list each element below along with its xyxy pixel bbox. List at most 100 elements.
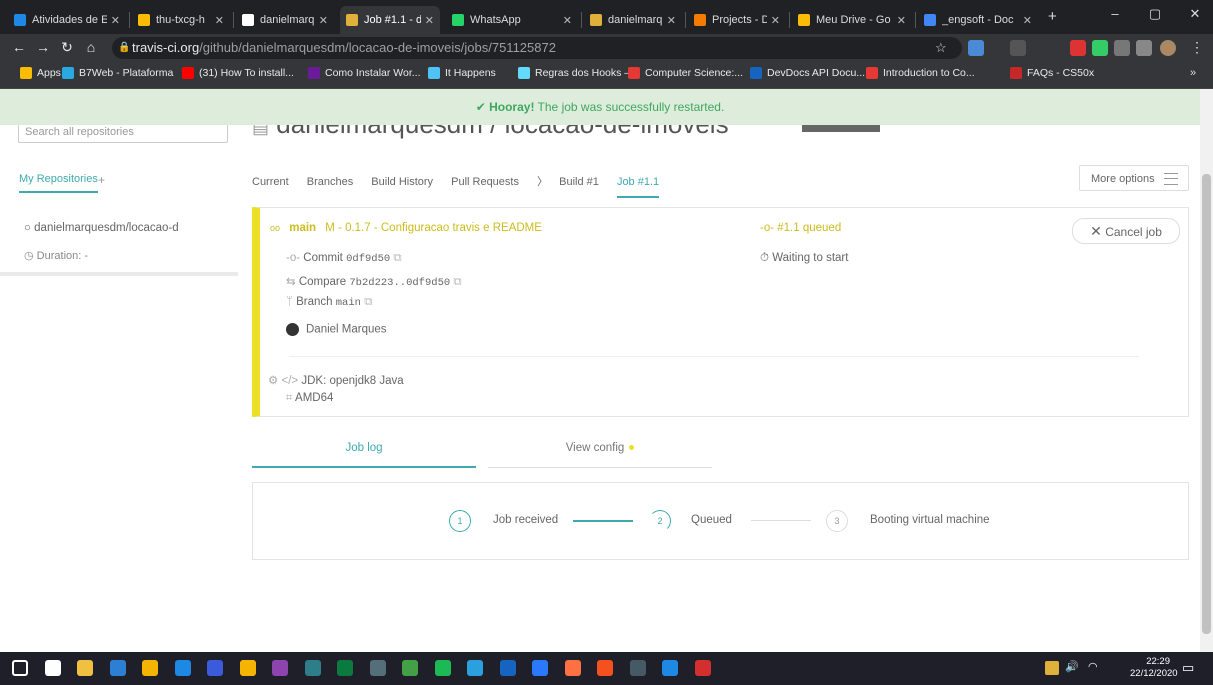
profile-avatar[interactable]	[1160, 40, 1176, 56]
notification-icon[interactable]: ▭	[1182, 660, 1194, 676]
tab-close-icon[interactable]: ✕	[897, 14, 906, 27]
more-options-button[interactable]: More options	[1079, 165, 1189, 191]
bookmark-item[interactable]: Regras dos Hooks –...	[518, 67, 639, 79]
bookmark-item[interactable]: FAQs - CS50x	[1010, 67, 1094, 79]
tab-close-icon[interactable]: ✕	[111, 14, 120, 27]
bookmark-item[interactable]: It Happens	[428, 67, 496, 79]
taskbar-app-icon[interactable]	[369, 660, 386, 676]
forward-icon[interactable]: →	[34, 39, 52, 55]
taskbar-app-icon[interactable]	[434, 660, 451, 676]
tab-branches[interactable]: Branches	[307, 176, 353, 188]
extension-icon[interactable]	[1092, 40, 1108, 56]
scroll-thumb[interactable]	[1202, 174, 1211, 634]
taskbar-app-icon[interactable]	[174, 660, 191, 676]
tab-view-config[interactable]: View config	[488, 442, 712, 468]
bookmarks-more[interactable]: »	[1190, 67, 1196, 79]
add-repository-button[interactable]: +	[98, 173, 105, 187]
external-link-icon[interactable]: ⧉	[393, 252, 401, 264]
tray-icon[interactable]	[1045, 661, 1059, 675]
tab-close-icon[interactable]: ✕	[319, 14, 328, 27]
taskbar-app-icon[interactable]	[402, 660, 418, 676]
taskbar-app-icon[interactable]	[597, 660, 613, 676]
bookmark-favicon-icon	[750, 67, 762, 79]
tab-close-icon[interactable]: ✕	[563, 14, 572, 27]
browser-tab[interactable]: Projects - Dani ✕	[688, 6, 786, 34]
bookmark-item[interactable]: Computer Science:...	[628, 67, 743, 79]
bookmark-star-icon[interactable]: ☆	[935, 40, 947, 56]
taskbar-app-icon[interactable]	[272, 660, 288, 676]
tab-close-icon[interactable]: ✕	[771, 14, 780, 27]
taskbar-app-icon[interactable]	[239, 660, 256, 676]
external-link-icon[interactable]: ⧉	[364, 296, 372, 308]
taskbar-app-icon[interactable]	[629, 660, 646, 676]
bookmark-item[interactable]: Introduction to Co...	[866, 67, 975, 79]
tab-build[interactable]: Build #1	[559, 176, 599, 188]
back-icon[interactable]: ←	[10, 39, 28, 55]
puzzle-icon[interactable]	[1114, 40, 1130, 56]
tab-job-log[interactable]: Job log	[252, 442, 476, 468]
minimize-icon[interactable]: –	[1100, 6, 1130, 21]
taskbar-app-icon[interactable]	[109, 660, 126, 676]
tab-close-icon[interactable]: ✕	[215, 14, 224, 27]
build-status-badge[interactable]	[802, 125, 880, 132]
address-bar[interactable]: 🔒 travis-ci.org/github/danielmarquesdm/l…	[112, 37, 962, 59]
tab-my-repositories[interactable]: My Repositories	[19, 173, 98, 193]
taskbar-app-icon[interactable]	[532, 660, 548, 676]
bookmark-item[interactable]: Apps	[20, 67, 61, 79]
extension-icon[interactable]	[968, 40, 984, 56]
browser-tab[interactable]: thu-txcg-h ✕	[132, 6, 230, 34]
commit-sha[interactable]: 0df9d50	[346, 253, 390, 265]
taskbar-app-icon[interactable]	[499, 660, 516, 676]
branch-value[interactable]: main	[336, 297, 361, 309]
taskbar-clock[interactable]: 22:29 22/12/2020	[1130, 656, 1178, 680]
tab-separator	[129, 12, 130, 28]
close-window-icon[interactable]: ✕	[1180, 6, 1210, 22]
browser-tab[interactable]: danielmarques ✕	[236, 6, 334, 34]
wifi-icon[interactable]: ◠	[1088, 660, 1098, 673]
taskbar-app-icon[interactable]	[44, 660, 61, 676]
page-scrollbar[interactable]	[1200, 89, 1213, 652]
tab-title: Meu Drive - Go	[816, 14, 891, 26]
bookmark-item[interactable]: Como Instalar Wor...	[308, 67, 421, 79]
tab-job[interactable]: Job #1.1	[616, 176, 660, 198]
taskbar-app-icon[interactable]	[694, 660, 711, 676]
browser-tab[interactable]: _engsoft - Doc ✕	[918, 6, 1038, 34]
volume-icon[interactable]: 🔊	[1065, 660, 1079, 673]
taskbar-app-icon[interactable]	[337, 660, 353, 676]
taskbar-app-icon[interactable]	[662, 660, 678, 676]
taskbar-app-icon[interactable]	[304, 660, 321, 676]
sidebar-item-repository[interactable]: ○ danielmarquesdm/locacao-d	[24, 222, 234, 234]
tab-pull-requests[interactable]: Pull Requests	[451, 176, 519, 188]
maximize-icon[interactable]: ▢	[1140, 6, 1170, 22]
reading-list-icon[interactable]	[1136, 40, 1152, 56]
taskbar-app-icon[interactable]	[564, 660, 581, 676]
reload-icon[interactable]: ↻	[58, 39, 76, 56]
taskbar-app-icon[interactable]	[467, 660, 483, 676]
browser-tab[interactable]: danielmarques ✕	[584, 6, 682, 34]
taskbar-app-icon[interactable]	[142, 660, 158, 676]
bookmark-item[interactable]: DevDocs API Docu...	[750, 67, 865, 79]
tab-close-icon[interactable]: ✕	[425, 14, 434, 27]
taskbar-app-icon[interactable]	[77, 660, 93, 676]
home-icon[interactable]: ⌂	[82, 39, 100, 55]
tab-close-icon[interactable]: ✕	[667, 14, 676, 27]
new-tab-button[interactable]: +	[1048, 8, 1057, 25]
bookmark-item[interactable]: B7Web - Plataforma	[62, 67, 173, 79]
browser-tab[interactable]: WhatsApp ✕	[446, 6, 578, 34]
branch-name[interactable]: main	[289, 222, 316, 234]
external-link-icon[interactable]: ⧉	[453, 276, 461, 288]
cancel-job-button[interactable]: ✕ Cancel job	[1072, 218, 1180, 244]
browser-tab[interactable]: Atividades de E ✕	[8, 6, 126, 34]
browser-tab[interactable]: Meu Drive - Go ✕	[792, 6, 912, 34]
windows-start-icon[interactable]	[12, 660, 28, 676]
compare-range[interactable]: 7b2d223..0df9d50	[349, 277, 450, 289]
extension-icon[interactable]	[1010, 40, 1026, 56]
taskbar-app-icon[interactable]	[207, 660, 223, 676]
menu-kebab-icon[interactable]: ⋮	[1190, 39, 1204, 56]
tab-current[interactable]: Current	[252, 176, 289, 188]
bookmark-item[interactable]: (31) How To install...	[182, 67, 294, 79]
tab-build-history[interactable]: Build History	[371, 176, 433, 188]
browser-tab[interactable]: Job #1.1 - dani ✕	[340, 6, 440, 34]
extension-icon[interactable]	[1070, 40, 1086, 56]
tab-close-icon[interactable]: ✕	[1023, 14, 1032, 27]
